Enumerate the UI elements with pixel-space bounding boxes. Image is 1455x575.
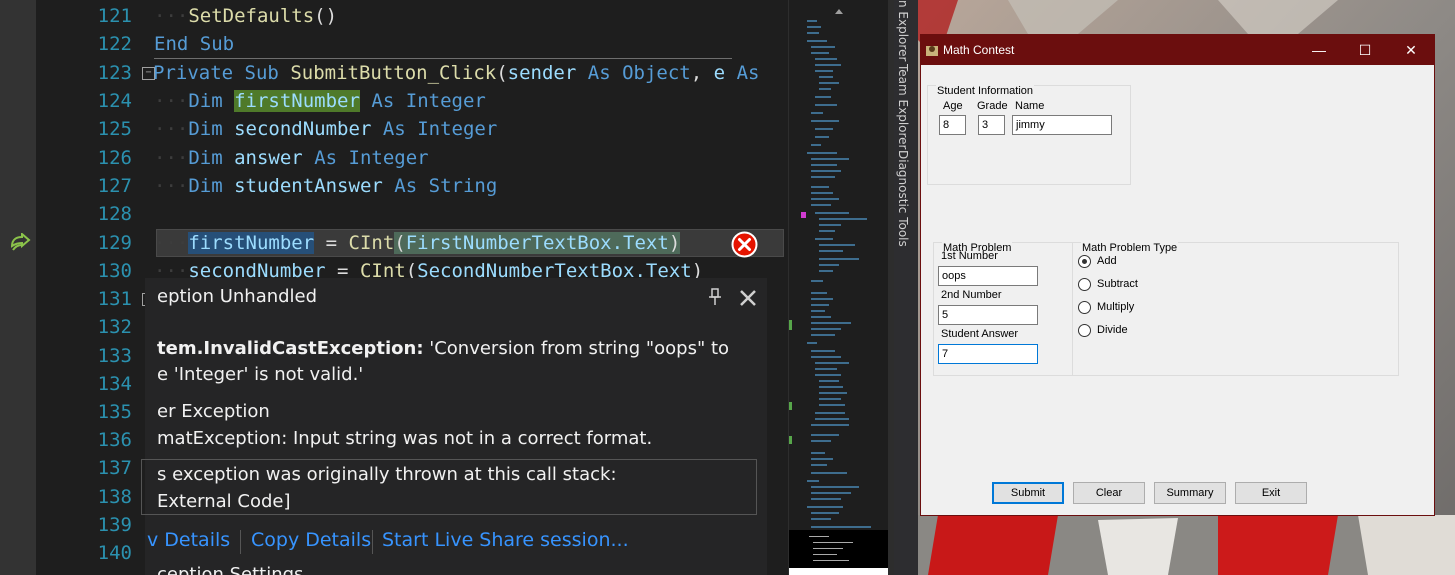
current-statement-arrow-icon xyxy=(10,233,31,251)
student-answer-field[interactable]: 7 xyxy=(938,344,1038,364)
minimap-overview xyxy=(789,0,889,575)
name-field[interactable]: jimmy xyxy=(1012,115,1112,135)
line-number: 123 xyxy=(97,62,132,84)
close-button[interactable]: ✕ xyxy=(1388,35,1434,65)
grade-field[interactable]: 3 xyxy=(978,115,1005,135)
first-number-label: 1st Number xyxy=(941,250,998,262)
multiply-radio[interactable] xyxy=(1078,301,1091,314)
window-title-bar[interactable]: Math Contest — ☐ ✕ xyxy=(921,35,1434,65)
subtract-label[interactable]: Subtract xyxy=(1097,278,1138,290)
line-number: 128 xyxy=(97,203,132,225)
tab-solution-explorer[interactable]: n Explorer xyxy=(896,0,910,61)
code-line: ···Dim studentAnswer As String xyxy=(154,175,498,197)
line-number: 122 xyxy=(97,33,132,55)
add-radio[interactable] xyxy=(1078,255,1091,268)
copy-details-link[interactable]: Copy Details xyxy=(251,529,371,551)
line-number: 137 xyxy=(97,457,132,479)
grade-label: Grade xyxy=(977,100,1008,112)
clear-button[interactable]: Clear xyxy=(1073,482,1145,504)
line-number: 132 xyxy=(97,316,132,338)
code-line: ···Dim firstNumber As Integer xyxy=(154,90,486,112)
error-icon xyxy=(731,231,758,258)
window-title: Math Contest xyxy=(943,43,1015,57)
indicator-margin[interactable] xyxy=(0,0,36,575)
tab-diagnostic-tools[interactable]: Diagnostic Tools xyxy=(896,150,910,247)
line-number: 127 xyxy=(97,175,132,197)
side-tool-tabs: n Explorer Team Explorer Diagnostic Tool… xyxy=(894,0,918,575)
first-number-field[interactable]: oops xyxy=(938,266,1038,286)
exception-message-cont: e 'Integer' is not valid.' xyxy=(157,364,364,385)
call-stack-frame: External Code] xyxy=(157,491,291,512)
close-icon[interactable] xyxy=(739,289,757,307)
age-label: Age xyxy=(943,100,963,112)
group-title: Math Problem Type xyxy=(1081,242,1179,254)
code-line: ···SetDefaults() xyxy=(154,5,338,27)
minimize-button[interactable]: — xyxy=(1296,35,1342,65)
tab-team-explorer[interactable]: Team Explorer xyxy=(896,64,910,150)
exit-button[interactable]: Exit xyxy=(1235,482,1307,504)
code-line-current: ···firstNumber = CInt(FirstNumberTextBox… xyxy=(154,232,681,254)
exception-message: tem.InvalidCastException: 'Conversion fr… xyxy=(157,338,730,359)
pin-icon[interactable] xyxy=(708,288,722,306)
code-minimap[interactable] xyxy=(788,0,889,575)
code-line: Private Sub SubmitButton_Click(sender As… xyxy=(153,62,760,84)
line-number: 124 xyxy=(97,90,132,112)
code-line: ···Dim secondNumber As Integer xyxy=(154,118,498,140)
line-number: 121 xyxy=(97,5,132,27)
student-answer-label: Student Answer xyxy=(941,328,1019,340)
call-stack-text: s exception was originally thrown at thi… xyxy=(157,464,617,485)
line-number: 140 xyxy=(97,542,132,564)
exception-title: eption Unhandled xyxy=(157,286,318,307)
exception-settings[interactable]: ception Settings xyxy=(157,564,303,575)
divide-radio[interactable] xyxy=(1078,324,1091,337)
second-number-label: 2nd Number xyxy=(941,289,1002,301)
multiply-label[interactable]: Multiply xyxy=(1097,301,1134,313)
app-icon xyxy=(926,46,938,56)
link-separator xyxy=(372,530,373,554)
line-number: 131 xyxy=(97,288,132,310)
line-number: 139 xyxy=(97,514,132,536)
name-label: Name xyxy=(1015,100,1045,112)
code-line: End Sub xyxy=(154,33,235,55)
line-number: 134 xyxy=(97,373,132,395)
add-label[interactable]: Add xyxy=(1097,255,1117,267)
code-line: ···Dim answer As Integer xyxy=(154,147,429,169)
code-editor[interactable]: 121 122 123 124 125 126 127 128 129 130 … xyxy=(0,0,788,575)
line-number: 125 xyxy=(97,118,132,140)
line-number: 129 xyxy=(97,232,132,254)
age-field[interactable]: 8 xyxy=(939,115,966,135)
maximize-button[interactable]: ☐ xyxy=(1342,35,1388,65)
view-details-link[interactable]: v Details xyxy=(147,529,230,551)
subtract-radio[interactable] xyxy=(1078,278,1091,291)
math-contest-window[interactable]: Math Contest — ☐ ✕ Student Information A… xyxy=(920,34,1435,516)
line-number: 136 xyxy=(97,429,132,451)
divide-label[interactable]: Divide xyxy=(1097,324,1128,336)
line-number: 133 xyxy=(97,345,132,367)
line-number-gutter: 121 122 123 124 125 126 127 128 129 130 … xyxy=(36,0,140,575)
summary-button[interactable]: Summary xyxy=(1154,482,1226,504)
inner-exception-message: matException: Input string was not in a … xyxy=(157,428,653,449)
group-title: Student Information xyxy=(936,85,1035,97)
line-number: 135 xyxy=(97,401,132,423)
second-number-field[interactable]: 5 xyxy=(938,305,1038,325)
line-number: 130 xyxy=(97,260,132,282)
link-separator xyxy=(240,530,241,554)
inner-exception-heading: er Exception xyxy=(157,401,270,422)
live-share-link[interactable]: Start Live Share session... xyxy=(382,529,629,551)
submit-button[interactable]: Submit xyxy=(992,482,1064,504)
exception-helper-popup: eption Unhandled tem.InvalidCastExceptio… xyxy=(141,278,767,575)
line-number: 126 xyxy=(97,147,132,169)
line-number: 138 xyxy=(97,486,132,508)
